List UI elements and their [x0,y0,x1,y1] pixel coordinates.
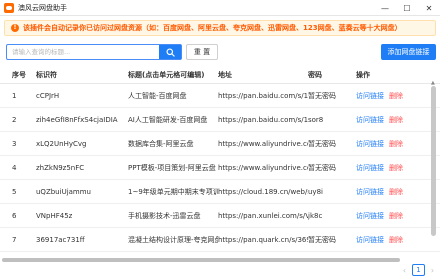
visit-link-button[interactable]: 访问链接 [356,115,384,125]
row-password: jk8c [308,211,323,220]
row-title[interactable]: PPT模板-项目策划-阿里云盘 [128,163,218,173]
links-table: 序号 标识符 标题(点击单元格可编辑) 地址 密码 操作 1 cCPJrH 人工… [0,66,440,252]
reset-button[interactable]: 重 置 [186,44,218,60]
row-url: https://pan.quark.cn/s/36917 [218,235,308,244]
row-id: xLQ2UnHyCvg [36,139,87,148]
visit-link-button[interactable]: 访问链接 [356,211,384,221]
row-title[interactable]: 混凝土结构设计原理-夸克网盘 [128,235,218,245]
row-url: https://www.aliyundrive.com [218,139,308,148]
row-actions: 访问链接 删除 [356,91,428,101]
delete-button[interactable]: 删除 [389,91,403,101]
table-row: 1 cCPJrH 人工智能-百度网盘 https://pan.baidu.com… [0,84,440,108]
row-id: zhZkN9z5nFC [36,163,85,172]
title-bar: 澳风云网盘助手 — ☐ ✕ [0,0,440,16]
visit-link-button[interactable]: 访问链接 [356,187,384,197]
row-no: 6 [12,211,17,220]
search-box [6,44,182,60]
visit-link-button[interactable]: 访问链接 [356,235,384,245]
row-url: https://cloud.189.cn/web/sh [218,187,308,196]
row-id: VNpHF45z [36,211,73,220]
close-button[interactable]: ✕ [418,0,440,16]
visit-link-button[interactable]: 访问链接 [356,163,384,173]
row-no: 5 [12,187,17,196]
header-url: 地址 [218,70,232,79]
row-actions: 访问链接 删除 [356,235,428,245]
search-button[interactable] [159,45,181,59]
row-password: sor8 [308,115,324,124]
header-no: 序号 [12,70,26,79]
visit-link-button[interactable]: 访问链接 [356,91,384,101]
table-row: 6 VNpHF45z 手机摄影技术-迅雷云盘 https://pan.xunle… [0,204,440,228]
row-actions: 访问链接 删除 [356,163,428,173]
row-actions: 访问链接 删除 [356,187,428,197]
warning-icon: ! [11,24,19,32]
prev-page-button[interactable]: ‹ [400,266,409,275]
row-title[interactable]: 手机摄影技术-迅雷云盘 [128,211,218,221]
notice-banner: ! 该插件会自动记录你已访问过网盘资源（如：百度网盘、阿里云盘、夸克网盘、迅雷网… [4,20,436,36]
next-page-button[interactable]: › [428,266,437,275]
minimize-button[interactable]: — [374,0,396,16]
header-action: 操作 [356,70,370,79]
row-title[interactable]: 1~9年级单元期中期末专项训练 [128,187,218,197]
delete-button[interactable]: 删除 [389,211,403,221]
row-no: 1 [12,91,17,100]
table-row: 4 zhZkN9z5nFC PPT模板-项目策划-阿里云盘 https://ww… [0,156,440,180]
row-actions: 访问链接 删除 [356,211,428,221]
header-password: 密码 [308,70,322,79]
row-password: 暂无密码 [308,91,336,100]
table-row: 3 xLQ2UnHyCvg 数据库合集-阿里云盘 https://www.ali… [0,132,440,156]
window-controls: — ☐ ✕ [374,0,440,16]
row-no: 4 [12,163,17,172]
row-url: https://pan.xunlei.com/s/VN [218,211,308,220]
row-password: 暂无密码 [308,139,336,148]
add-link-button[interactable]: 添加网盘链接 [381,44,436,60]
search-icon [165,47,175,57]
delete-button[interactable]: 删除 [389,187,403,197]
row-id: 36917ac731ff [36,235,85,244]
table-row: 5 uQZbuiUjammu 1~9年级单元期中期末专项训练 https://c… [0,180,440,204]
row-password: 暂无密码 [308,163,336,172]
table-row: 7 36917ac731ff 混凝土结构设计原理-夸克网盘 https://pa… [0,228,440,252]
delete-button[interactable]: 删除 [389,115,403,125]
horizontal-scrollbar[interactable] [2,258,400,262]
header-id: 标识符 [36,70,57,79]
row-title[interactable]: AI人工智能研发-百度网盘 [128,115,218,125]
row-actions: 访问链接 删除 [356,139,428,149]
delete-button[interactable]: 删除 [389,163,403,173]
row-url: https://www.aliyundrive.com [218,163,308,172]
row-title[interactable]: 数据库合集-阿里云盘 [128,139,218,149]
notice-text: 该插件会自动记录你已访问过网盘资源（如：百度网盘、阿里云盘、夸克网盘、迅雷网盘、… [23,24,402,32]
search-input[interactable] [7,45,159,59]
window-title: 澳风云网盘助手 [18,3,67,12]
app-logo-icon [4,2,14,13]
header-title: 标题(点击单元格可编辑) [128,70,205,79]
row-url: https://pan.baidu.com/s/1zi [218,115,308,124]
row-no: 2 [12,115,17,124]
row-no: 7 [12,235,17,244]
row-no: 3 [12,139,17,148]
row-title[interactable]: 人工智能-百度网盘 [128,91,218,101]
row-id: cCPJrH [36,91,60,100]
row-id: zih4eGfI8nFfxS4cjaIDIA [36,115,118,124]
pagination: ‹ 1 › [400,264,437,276]
row-url: https://pan.baidu.com/s/1cC [218,91,308,100]
page-number-button[interactable]: 1 [412,264,425,276]
delete-button[interactable]: 删除 [389,235,403,245]
row-actions: 访问链接 删除 [356,115,428,125]
delete-button[interactable]: 删除 [389,139,403,149]
row-password: uy8i [308,187,323,196]
row-password: 暂无密码 [308,235,336,244]
maximize-button[interactable]: ☐ [396,0,418,16]
table-row: 2 zih4eGfI8nFfxS4cjaIDIA AI人工智能研发-百度网盘 h… [0,108,440,132]
table-header: 序号 标识符 标题(点击单元格可编辑) 地址 密码 操作 [0,66,440,84]
vertical-scrollbar[interactable] [431,86,436,236]
row-id: uQZbuiUjammu [36,187,91,196]
visit-link-button[interactable]: 访问链接 [356,139,384,149]
